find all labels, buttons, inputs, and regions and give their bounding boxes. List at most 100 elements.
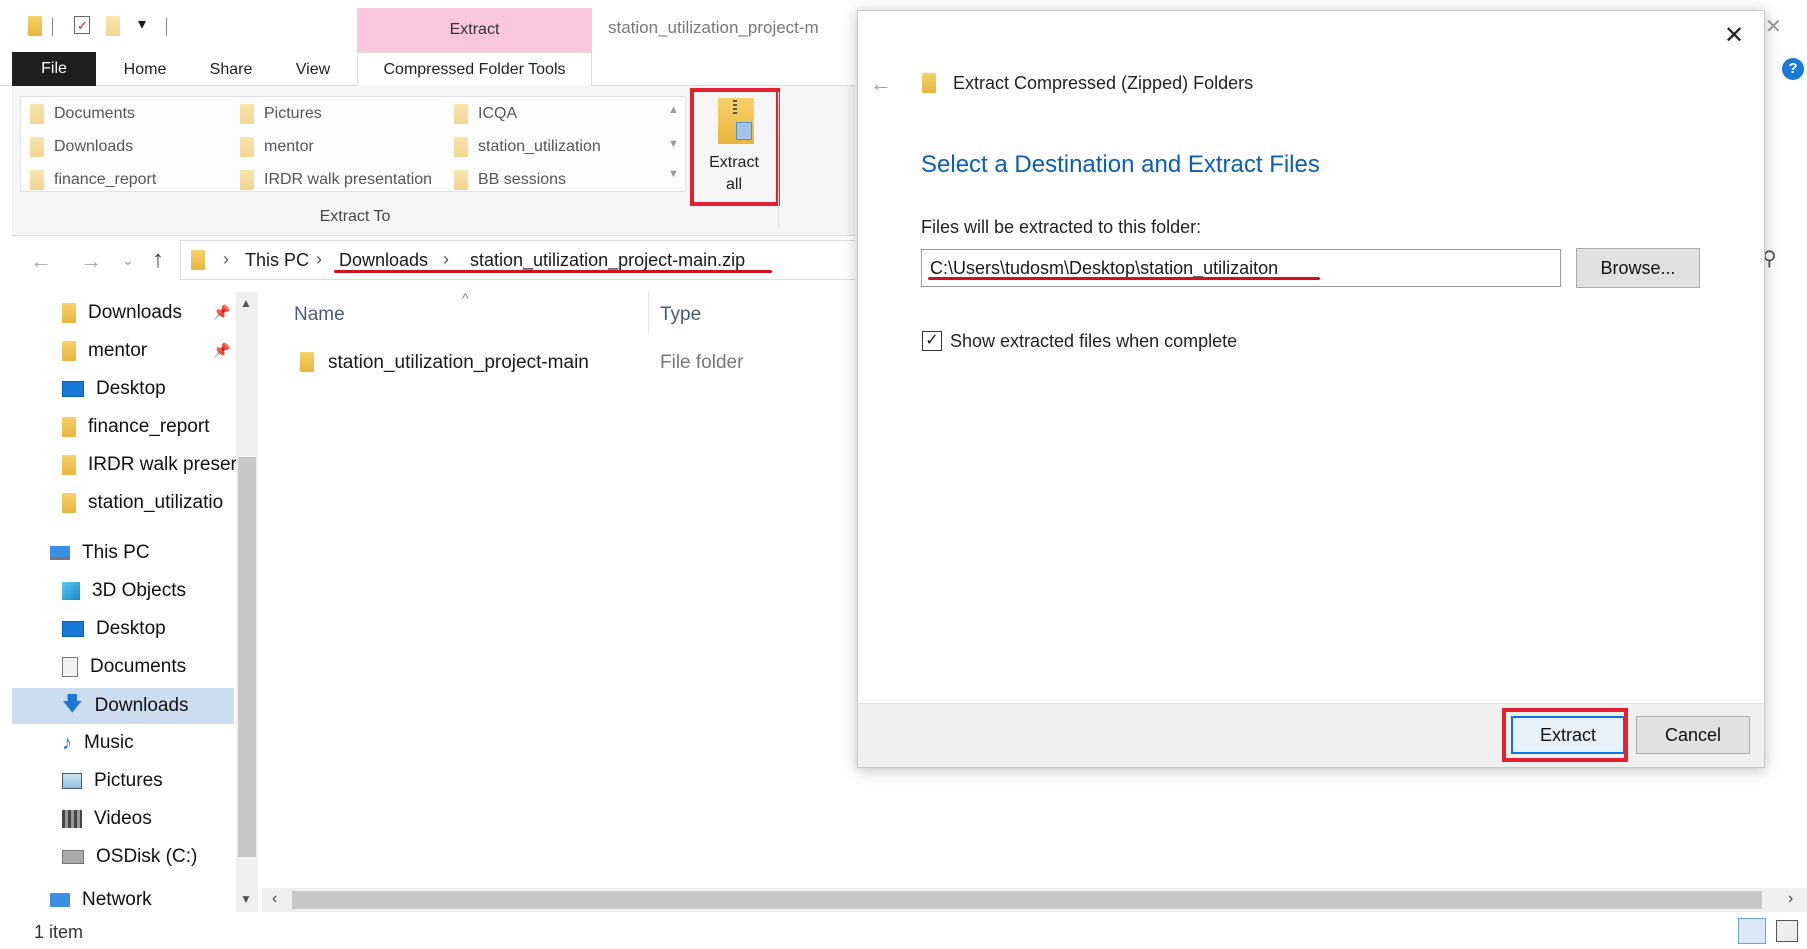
nav-videos[interactable]: Videos xyxy=(62,802,152,836)
nav-back-icon[interactable]: ← xyxy=(30,248,52,274)
nav-label: Videos xyxy=(94,808,152,829)
nav-label: station_utilizatio xyxy=(88,492,224,513)
music-icon: ♪ xyxy=(62,731,72,754)
large-icons-view-icon[interactable] xyxy=(1776,920,1798,942)
nav-pictures[interactable]: Pictures xyxy=(62,764,163,798)
nav-label: OSDisk (C:) xyxy=(96,846,198,867)
scroll-down-icon[interactable]: ▼ xyxy=(240,892,252,906)
extract-to-label: station_utilization xyxy=(478,138,601,155)
nav-label: finance_report xyxy=(88,416,210,437)
extract-to-label: finance_report xyxy=(54,171,157,188)
file-name: station_utilization_project-main xyxy=(328,352,589,373)
extract-to-pictures[interactable]: Pictures xyxy=(240,102,322,126)
nav-downloads[interactable]: 🡇 Downloads xyxy=(62,689,189,723)
tab-share[interactable]: Share xyxy=(198,55,264,85)
cancel-button[interactable]: Cancel xyxy=(1636,716,1750,754)
dialog-close-icon[interactable]: ✕ xyxy=(1724,21,1744,50)
separator xyxy=(166,18,167,36)
nav-qa-irdr-walk[interactable]: IRDR walk preser xyxy=(62,448,237,482)
nav-this-pc[interactable]: This PC xyxy=(50,536,150,570)
computer-icon xyxy=(50,546,70,560)
destination-path-input[interactable]: C:\Users\tudosm\Desktop\station_utilizai… xyxy=(921,249,1561,287)
crumb-zip-file[interactable]: station_utilization_project-main.zip xyxy=(470,250,745,271)
extract-to-bb-sessions[interactable]: BB sessions xyxy=(454,168,566,192)
nav-label: Desktop xyxy=(96,378,166,399)
recent-locations-icon[interactable]: ⌄ xyxy=(122,252,134,269)
gallery-expand-icon[interactable]: ▼ xyxy=(668,168,679,180)
gallery-scroll-down-icon[interactable]: ▼ xyxy=(668,138,679,150)
crumb-this-pc[interactable]: This PC xyxy=(245,250,309,271)
scrollbar-thumb[interactable] xyxy=(238,457,256,857)
folder-icon xyxy=(454,104,468,124)
properties-icon[interactable]: ✓ xyxy=(74,16,90,34)
pin-icon: 📌 xyxy=(213,342,231,358)
nav-forward-icon[interactable]: → xyxy=(80,248,102,274)
scroll-up-icon[interactable]: ▲ xyxy=(240,296,252,310)
nav-up-icon[interactable]: ↑ xyxy=(152,246,164,274)
crumb-separator: › xyxy=(223,249,229,269)
extract-to-label: Downloads xyxy=(54,138,134,155)
nav-osdisk[interactable]: OSDisk (C:) xyxy=(62,840,197,874)
help-icon[interactable]: ? xyxy=(1782,58,1804,80)
nav-label: Downloads xyxy=(88,302,182,323)
scroll-left-icon[interactable]: ‹ xyxy=(272,890,277,908)
extract-to-icqa[interactable]: ICQA xyxy=(454,102,517,126)
nav-qa-station-utilization[interactable]: station_utilizatio xyxy=(62,486,223,520)
nav-documents[interactable]: Documents xyxy=(62,650,186,684)
crumb-downloads[interactable]: Downloads xyxy=(339,250,428,271)
crumb-separator: › xyxy=(443,249,449,269)
nav-qa-mentor[interactable]: mentor xyxy=(62,334,147,368)
scrollbar-thumb[interactable] xyxy=(292,891,1762,909)
column-header-name[interactable]: Name xyxy=(294,304,345,326)
highlight-extract-button xyxy=(1502,708,1628,762)
extract-to-group-label: Extract To xyxy=(319,208,391,225)
nav-scrollbar[interactable]: ▲ ▼ xyxy=(236,292,258,912)
extract-to-mentor[interactable]: mentor xyxy=(240,135,314,159)
details-view-icon[interactable] xyxy=(1738,918,1766,944)
address-bar[interactable]: › This PC › Downloads › station_utilizat… xyxy=(180,240,855,280)
new-folder-icon[interactable] xyxy=(106,16,120,36)
extract-to-station-utilization[interactable]: station_utilization xyxy=(454,135,601,159)
pin-icon: 📌 xyxy=(213,304,231,320)
gallery-scroll-up-icon[interactable]: ▲ xyxy=(668,104,679,116)
nav-qa-desktop[interactable]: Desktop xyxy=(62,372,166,406)
nav-label: This PC xyxy=(82,542,150,563)
scroll-right-icon[interactable]: › xyxy=(1788,890,1793,908)
window-title: station_utilization_project-m xyxy=(608,18,819,37)
extract-to-label: Pictures xyxy=(264,105,322,122)
nav-desktop[interactable]: Desktop xyxy=(62,612,166,646)
contextual-tab-group-label: Extract xyxy=(449,21,500,38)
desktop-icon xyxy=(62,381,84,397)
extract-to-documents[interactable]: Documents xyxy=(30,102,135,126)
tab-file[interactable]: File xyxy=(12,52,96,86)
dialog-back-icon[interactable]: ← xyxy=(870,71,892,97)
nav-qa-finance-report[interactable]: finance_report xyxy=(62,410,209,444)
folder-icon xyxy=(62,341,76,361)
nav-network[interactable]: Network xyxy=(50,890,152,910)
customize-qa-dropdown[interactable]: ▾ xyxy=(138,14,146,34)
horizontal-scrollbar[interactable]: ‹ › xyxy=(262,888,1807,912)
folder-icon xyxy=(30,104,44,124)
file-row[interactable]: station_utilization_project-main File fo… xyxy=(290,348,850,378)
extract-to-irdr-walk[interactable]: IRDR walk presentation xyxy=(240,168,432,192)
nav-music[interactable]: ♪ Music xyxy=(62,726,134,760)
show-files-checkbox[interactable]: ✓ xyxy=(922,331,942,351)
extract-to-downloads[interactable]: Downloads xyxy=(30,135,133,159)
file-type: File folder xyxy=(660,352,744,373)
tab-compressed-folder-tools[interactable]: Compressed Folder Tools xyxy=(357,52,592,86)
folder-icon xyxy=(62,303,76,323)
folder-icon xyxy=(300,352,314,372)
nav-3d-objects[interactable]: 3D Objects xyxy=(62,574,186,608)
column-header-type[interactable]: Type xyxy=(660,304,701,326)
nav-qa-downloads[interactable]: Downloads xyxy=(62,296,182,330)
extract-to-finance-report[interactable]: finance_report xyxy=(30,168,156,192)
folder-icon xyxy=(62,493,76,513)
zip-folder-icon xyxy=(922,73,936,93)
drive-icon xyxy=(62,850,84,864)
tab-home[interactable]: Home xyxy=(110,55,180,85)
explorer-close-icon[interactable]: ✕ xyxy=(1765,14,1782,39)
nav-label: Desktop xyxy=(96,618,166,639)
tab-view[interactable]: View xyxy=(282,55,344,85)
browse-button[interactable]: Browse... xyxy=(1576,248,1700,288)
contextual-tab-group-extract: Extract xyxy=(357,8,592,52)
